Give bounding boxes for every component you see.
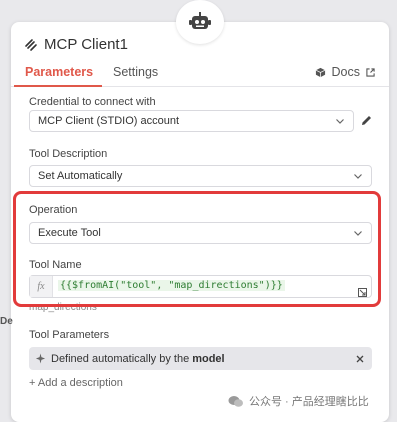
docs-label: Docs — [331, 65, 360, 79]
tool-parameters-chip: Defined automatically by the model — [29, 347, 372, 370]
watermark: 公众号 · 产品经理瞎比比 — [228, 393, 369, 409]
tab-settings[interactable]: Settings — [113, 65, 158, 79]
watermark-text: 公众号 · 产品经理瞎比比 — [249, 396, 369, 408]
cube-icon — [315, 67, 325, 77]
node-title: MCP Client1 — [24, 36, 128, 53]
chip-text: Defined automatically by the — [51, 352, 190, 365]
tool-parameters-label: Tool Parameters — [29, 329, 110, 341]
wechat-icon — [228, 395, 243, 407]
credential-label: Credential to connect with — [29, 96, 156, 108]
tab-parameters[interactable]: Parameters — [13, 65, 103, 87]
tool-description-label: Tool Description — [29, 148, 108, 160]
close-icon[interactable] — [356, 355, 364, 363]
highlight-box — [13, 191, 381, 307]
credential-select[interactable]: MCP Client (STDIO) account — [29, 110, 354, 132]
add-description-link[interactable]: + Add a description — [29, 377, 123, 389]
sparkle-icon — [35, 353, 46, 364]
tool-description-value: Set Automatically — [38, 170, 123, 182]
background-text: De — [0, 316, 13, 327]
docs-link[interactable]: Docs — [315, 65, 375, 79]
chevron-down-icon — [336, 119, 344, 124]
credential-value: MCP Client (STDIO) account — [38, 115, 180, 127]
chip-bold-text: model — [192, 352, 225, 365]
external-link-icon — [366, 67, 375, 77]
chevron-down-icon — [354, 174, 362, 179]
robot-icon — [189, 12, 211, 29]
pencil-icon[interactable] — [360, 114, 373, 127]
mcp-logo-icon — [25, 38, 37, 51]
node-title-text[interactable]: MCP Client1 — [44, 36, 128, 53]
node-icon-badge[interactable] — [176, 0, 224, 44]
tool-description-select[interactable]: Set Automatically — [29, 165, 372, 187]
